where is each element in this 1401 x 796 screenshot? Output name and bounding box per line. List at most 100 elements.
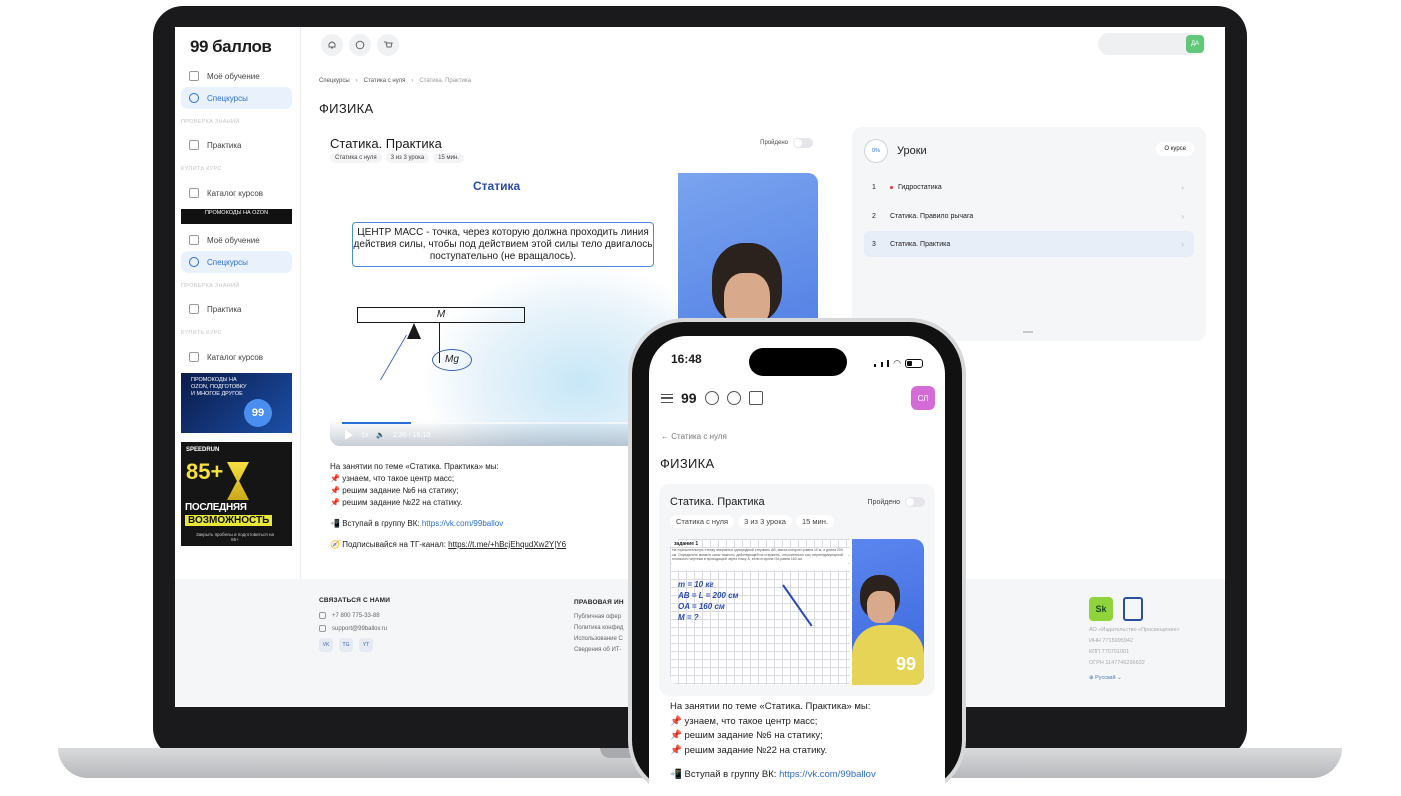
mail-icon: [319, 625, 326, 632]
chip-course: Статика с нуля: [670, 515, 735, 528]
legal-title: ПРАВОВАЯ ИН: [574, 599, 624, 606]
breadcrumb-current: Статика. Практика: [419, 78, 471, 84]
speed-button[interactable]: 1x: [361, 432, 368, 439]
chip-lessons: 3 из 3 урока: [385, 153, 430, 163]
prosveshchenie-icon: [1123, 597, 1143, 621]
pin-icon: 📌: [330, 498, 340, 507]
description-intro: На занятии по теме «Статика. Практика» м…: [670, 701, 871, 712]
vk-icon[interactable]: VK: [319, 638, 333, 652]
lesson-item-current[interactable]: 3 Статика. Практика ›: [864, 231, 1194, 257]
vk-link[interactable]: https://vk.com/99ballov: [422, 519, 503, 528]
sidebar-item-label: Спецкурсы: [207, 257, 248, 267]
edit-icon: [189, 304, 199, 314]
cart-icon[interactable]: [748, 391, 763, 405]
pin-icon: 📌: [670, 744, 682, 756]
play-icon[interactable]: [345, 430, 353, 440]
sidebar-item-my-learning[interactable]: Моё обучение: [181, 229, 292, 251]
banner-note: Закрыть пробелы и подготовиться на 85+: [196, 532, 274, 542]
sidebar-item-catalog[interactable]: Каталог курсов: [181, 182, 292, 204]
passed-toggle-group: Пройдено: [868, 497, 925, 507]
banner-speedrun[interactable]: SPEEDRUN 85+ ПОСЛЕДНЯЯ ВОЗМОЖНОСТЬ Закры…: [181, 442, 292, 546]
vk-link[interactable]: https://vk.com/99ballov: [779, 769, 876, 780]
sidebar-item-catalog[interactable]: Каталог курсов: [181, 346, 292, 368]
force-label: Mg: [432, 349, 472, 371]
brand-line: АО «Издательство «Просвещение»: [1089, 627, 1180, 633]
legal-link[interactable]: Публичная офер: [574, 612, 624, 623]
slide-definition: ЦЕНТР МАСС - точка, через которую должна…: [352, 222, 654, 267]
task-text: На горизонтальную стенку опирается однор…: [672, 548, 848, 570]
description-point: 📌 решим задание №22 на статику.: [330, 498, 463, 507]
menu-icon[interactable]: [661, 393, 673, 403]
chat-icon[interactable]: [349, 34, 371, 56]
description-intro: На занятии по теме «Статика. Практика» м…: [330, 462, 499, 471]
page-title: ФИЗИКА: [660, 456, 715, 471]
lesson-label: Статика. Правило рычага: [890, 212, 974, 220]
lesson-item[interactable]: 2 Статика. Правило рычага ›: [864, 203, 1194, 229]
banner-line2: ВОЗМОЖНОСТЬ: [185, 515, 273, 526]
logo[interactable]: 99 баллов: [190, 37, 272, 57]
breadcrumb-item[interactable]: Статика с нуля: [364, 78, 406, 84]
promo-strip[interactable]: ПРОМОКОДЫ НА OZON: [181, 209, 292, 224]
tg-emoji-icon: 🧭: [330, 540, 340, 549]
sidebar-item-my-learning[interactable]: Моё обучение: [181, 65, 292, 87]
youtube-icon[interactable]: YT: [359, 638, 373, 652]
footer-phone[interactable]: +7 800 775-33-88: [332, 613, 380, 619]
presenter-video: 99: [852, 539, 924, 685]
progress-bar[interactable]: [342, 422, 642, 424]
legal-link[interactable]: Использование С: [574, 634, 624, 645]
chat-icon[interactable]: [726, 391, 741, 405]
lesson-number: 1: [872, 183, 876, 191]
course-progress: 0%: [864, 139, 888, 163]
chevron-right-icon: ›: [1181, 239, 1184, 249]
lessons-panel: 0% Уроки О курсе 1 Гидростатика › 2 Стат…: [852, 127, 1206, 341]
passed-toggle[interactable]: [793, 138, 813, 148]
footer-email[interactable]: support@99ballov.ru: [332, 626, 387, 632]
sidebar-section-buy: КУПИТЬ КУРС: [181, 330, 222, 336]
lesson-label: Статика. Практика: [890, 240, 951, 248]
vk-prefix: Вступай в группу ВК:: [342, 519, 420, 528]
legal-link[interactable]: Сведения об ИТ-: [574, 645, 624, 656]
telegram-icon[interactable]: TG: [339, 638, 353, 652]
sidebar-item-special-courses[interactable]: Спецкурсы: [181, 251, 292, 273]
phone-emoji-icon: 📲: [670, 769, 682, 780]
sidebar-item-label: Каталог курсов: [207, 352, 264, 362]
cart-icon[interactable]: [377, 34, 399, 56]
avatar[interactable]: ДА: [1186, 35, 1204, 53]
time-display: 2:36 / 16:10: [393, 431, 431, 439]
passed-toggle[interactable]: [905, 497, 925, 507]
bell-icon[interactable]: [321, 34, 343, 56]
volume-icon[interactable]: 🔈: [376, 431, 385, 439]
globe-icon: ⊕: [1089, 675, 1094, 681]
footer-contacts: СВЯЗАТЬСЯ С НАМИ +7 800 775-33-88 suppor…: [319, 597, 390, 652]
lesson-item[interactable]: 1 Гидростатика ›: [864, 174, 1194, 200]
status-time: 16:48: [671, 352, 702, 366]
banner-ozon[interactable]: ПРОМОКОДЫ НА OZON, ПОДГОТОВКУ И МНОГОЕ Д…: [181, 373, 292, 433]
new-dot-icon: [890, 185, 893, 189]
lesson-title: Статика. Практика: [670, 496, 765, 508]
back-link[interactable]: ← Статика с нуля: [661, 432, 727, 441]
phone-nav: 99: [661, 390, 763, 406]
dynamic-island: [749, 348, 847, 376]
footer-brand: Sk АО «Издательство «Просвещение» ИНН 77…: [1089, 597, 1180, 684]
lightbulb-icon: [189, 257, 199, 267]
sidebar-item-special-courses[interactable]: Спецкурсы: [181, 87, 292, 109]
tg-link[interactable]: https://t.me/+hBcjEhqudXw2Y|Y6: [448, 540, 566, 549]
about-course-button[interactable]: О курсе: [1156, 142, 1194, 156]
sidebar-item-practice[interactable]: Практика: [181, 134, 292, 156]
phone-icon: [319, 612, 326, 619]
legal-link[interactable]: Политика конфид: [574, 623, 624, 634]
resize-handle[interactable]: [1023, 331, 1033, 333]
avatar[interactable]: СЛ: [911, 386, 935, 410]
breadcrumb-item[interactable]: Спецкурсы: [319, 78, 350, 84]
sidebar-section-check: ПРОВЕРКА ЗНАНИЙ: [181, 283, 240, 289]
banner-brand: SPEEDRUN: [186, 447, 220, 453]
sidebar-item-practice[interactable]: Практика: [181, 298, 292, 320]
language-select[interactable]: ⊕ Русский ⌄: [1089, 673, 1180, 684]
bell-icon[interactable]: [704, 391, 719, 405]
chip-course: Статика с нуля: [330, 153, 382, 163]
video-player[interactable]: задание 1 На горизонтальную стенку опира…: [670, 539, 924, 685]
topbar-icons: [321, 34, 399, 56]
phone-logo[interactable]: 99: [681, 390, 697, 406]
slide-title: Статика: [473, 179, 521, 193]
page-title: ФИЗИКА: [319, 101, 374, 116]
